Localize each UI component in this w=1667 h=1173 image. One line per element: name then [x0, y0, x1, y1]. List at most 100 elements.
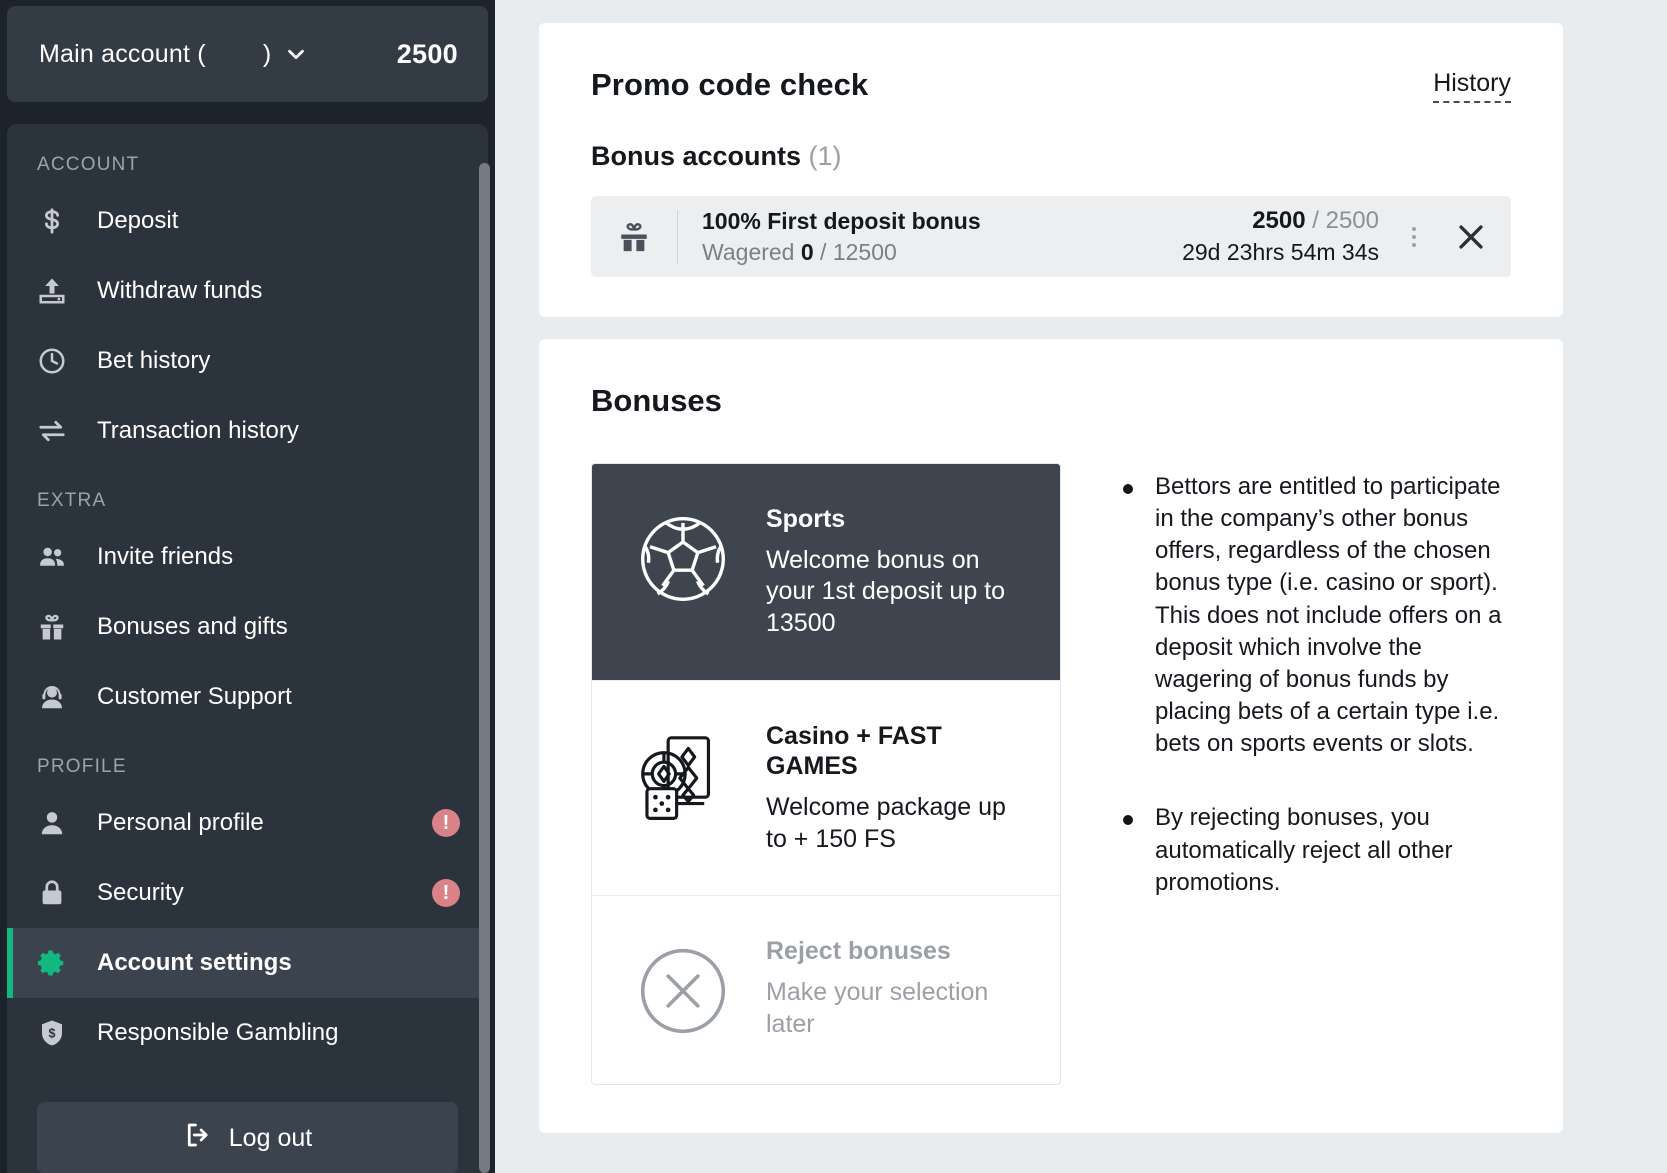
svg-text:$: $: [49, 1026, 56, 1040]
sidebar-item-account-settings[interactable]: Account settings: [7, 928, 488, 998]
bonuses-title: Bonuses: [591, 383, 722, 418]
sidebar-scrollbar[interactable]: [479, 0, 491, 1173]
casino-chips-cards-icon: [628, 721, 738, 829]
sidebar-item-label: Security: [97, 879, 184, 906]
person-icon: [37, 806, 77, 840]
sidebar-item-bet-history[interactable]: Bet history: [7, 326, 488, 396]
kebab-dot: [1412, 226, 1416, 231]
bonus-choice-casino-fast-games[interactable]: Casino + FAST GAMES Welcome package up t…: [592, 681, 1060, 897]
sidebar-item-label: Account settings: [97, 949, 292, 976]
bonus-accounts-count: (1): [808, 141, 842, 171]
chevron-down-icon[interactable]: [285, 43, 307, 65]
upload-icon: [37, 274, 77, 308]
bonus-choice-sports[interactable]: Sports Welcome bonus on your 1st deposit…: [592, 464, 1060, 681]
sidebar-item-label: Personal profile: [97, 809, 264, 836]
scrollbar-thumb[interactable]: [479, 163, 490, 1173]
sidebar: Main account ( ) 2500 ACCOUNT Deposit Wi…: [0, 0, 495, 1173]
bonuses-body: Sports Welcome bonus on your 1st deposit…: [591, 463, 1511, 1086]
headset-icon: [37, 680, 77, 714]
gift-icon: [37, 610, 77, 644]
sidebar-item-label: Bet history: [97, 347, 211, 374]
bonus-title: 100% First deposit bonus: [702, 207, 981, 234]
sidebar-menu: ACCOUNT Deposit Withdraw funds Bet histo…: [7, 124, 488, 1173]
sidebar-item-label: Invite friends: [97, 543, 234, 570]
bonus-choice-title: Reject bonuses: [766, 937, 951, 966]
log-out-button[interactable]: Log out: [37, 1102, 458, 1173]
bonus-choice-desc: Welcome package up to + 150 FS: [766, 792, 1006, 853]
section-header-account: ACCOUNT: [37, 154, 140, 175]
bonuses-card: Bonuses Sports Welcome bonus on your 1st…: [539, 339, 1563, 1134]
sidebar-item-invite-friends[interactable]: Invite friends: [7, 522, 488, 592]
bullet-icon: [1123, 484, 1133, 494]
close-icon[interactable]: [1449, 215, 1493, 259]
dollar-icon: [37, 204, 77, 238]
bonus-choice-list: Sports Welcome bonus on your 1st deposit…: [591, 463, 1061, 1086]
main-content: Promo code check History Bonus accounts …: [495, 0, 1667, 1173]
status-badge: !: [432, 809, 460, 837]
bonus-note: Bettors are entitled to participate in t…: [1123, 471, 1511, 760]
sidebar-item-responsible-gambling[interactable]: $ Responsible Gambling: [7, 998, 488, 1068]
sidebar-item-label: Deposit: [97, 207, 179, 234]
wagered-value: 0: [800, 238, 814, 265]
sidebar-item-transaction-history[interactable]: Transaction history: [7, 396, 488, 466]
logout-container: Log out: [7, 1068, 488, 1173]
bonus-row-texts: 100% First deposit bonus Wagered 0 / 125…: [702, 208, 981, 266]
bonus-note: By rejecting bonuses, you automatically …: [1123, 802, 1511, 898]
gear-icon: [37, 946, 77, 980]
people-icon: [37, 540, 77, 574]
bonus-choice-text: Sports Welcome bonus on your 1st deposit…: [766, 504, 1026, 640]
logout-icon: [183, 1120, 213, 1157]
status-badge: !: [432, 879, 460, 907]
bonus-choice-text: Casino + FAST GAMES Welcome package up t…: [766, 721, 1026, 856]
page-title: Promo code check: [591, 67, 869, 102]
bullet-icon: [1123, 815, 1133, 826]
circle-x-icon: [628, 936, 738, 1044]
gift-icon: [617, 220, 661, 254]
sidebar-item-deposit[interactable]: Deposit: [7, 186, 488, 256]
sidebar-item-withdraw-funds[interactable]: Withdraw funds: [7, 256, 488, 326]
kebab-menu-icon[interactable]: [1405, 226, 1423, 247]
clock-icon: [37, 344, 77, 378]
bonus-accounts-heading: Bonus accounts (1): [591, 141, 1511, 172]
sidebar-item-personal-profile[interactable]: Personal profile !: [7, 788, 488, 858]
bonus-choice-desc: Welcome bonus on your 1st deposit up to …: [766, 545, 1006, 638]
kebab-dot: [1412, 242, 1416, 247]
bonus-note-text: By rejecting bonuses, you automatically …: [1155, 804, 1453, 896]
lock-icon: [37, 876, 77, 910]
bonus-time-left: 29d 23hrs 54m 34s: [1182, 239, 1379, 265]
account-selector[interactable]: Main account ( ) 2500: [7, 6, 488, 102]
bonus-account-row[interactable]: 100% First deposit bonus Wagered 0 / 125…: [591, 196, 1511, 277]
sidebar-item-label: Bonuses and gifts: [97, 613, 288, 640]
bonus-amount: 2500 / 2500: [1252, 207, 1379, 235]
promo-header: Promo code check History: [591, 67, 1511, 103]
sidebar-item-bonuses-and-gifts[interactable]: Bonuses and gifts: [7, 592, 488, 662]
divider: [677, 209, 678, 264]
sidebar-item-label: Withdraw funds: [97, 277, 263, 304]
bonus-choice-title: Casino + FAST GAMES: [766, 721, 942, 781]
account-balance: 2500: [396, 38, 458, 69]
bonus-choice-title: Sports: [766, 505, 846, 533]
kebab-dot: [1412, 234, 1416, 239]
transfer-icon: [37, 414, 77, 448]
promo-code-check-card: Promo code check History Bonus accounts …: [539, 23, 1563, 317]
sidebar-item-customer-support[interactable]: Customer Support: [7, 662, 488, 732]
sidebar-item-label: Transaction history: [97, 417, 299, 444]
bonus-choice-desc: Make your selection later: [766, 977, 989, 1038]
app-root: Main account ( ) 2500 ACCOUNT Deposit Wi…: [0, 0, 1667, 1173]
sidebar-item-security[interactable]: Security !: [7, 858, 488, 928]
account-name: Main account ( ): [39, 39, 272, 68]
bonus-accounts-label: Bonus accounts: [591, 141, 802, 171]
bonus-amount-total: / 2500: [1305, 207, 1379, 234]
section-header-profile: PROFILE: [37, 756, 127, 777]
history-link[interactable]: History: [1433, 69, 1511, 103]
log-out-label: Log out: [228, 1123, 313, 1152]
bonus-row-values: 2500 / 2500 29d 23hrs 54m 34s: [1182, 207, 1379, 266]
bonus-wagered: Wagered 0 / 12500: [702, 239, 981, 266]
bonus-choice-text: Reject bonuses Make your selection later: [766, 936, 1026, 1040]
sidebar-item-label: Responsible Gambling: [97, 1019, 339, 1046]
soccer-ball-icon: [628, 504, 738, 612]
sidebar-item-label: Customer Support: [97, 683, 292, 710]
bonus-choice-reject-bonuses[interactable]: Reject bonuses Make your selection later: [592, 896, 1060, 1084]
bonus-amount-value: 2500: [1252, 207, 1306, 234]
wagered-total: / 12500: [813, 238, 897, 265]
